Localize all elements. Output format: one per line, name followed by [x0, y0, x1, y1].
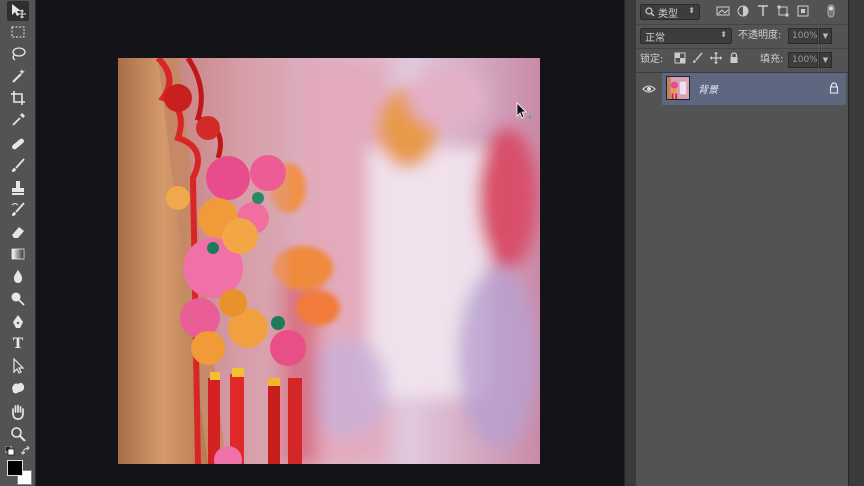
crop-icon	[11, 91, 25, 105]
dropdown-arrow-icon: ⬍	[720, 30, 727, 39]
pen-tool[interactable]	[7, 312, 29, 332]
magic-wand-tool[interactable]	[7, 66, 29, 86]
document-workspace[interactable]	[36, 0, 624, 486]
default-colors-icon[interactable]	[5, 446, 15, 456]
opacity-slider-toggle[interactable]: ▼	[819, 28, 832, 44]
dodge-icon	[11, 292, 25, 306]
visibility-eye-icon[interactable]	[642, 82, 656, 96]
history-brush-icon	[11, 202, 25, 216]
blend-mode-value: 正常	[645, 32, 665, 44]
arrow-icon	[13, 358, 25, 374]
layer-lock-icon	[828, 82, 840, 94]
dodge-tool[interactable]	[7, 288, 29, 308]
blur-tool[interactable]	[7, 266, 29, 286]
eyedropper-tool[interactable]	[7, 110, 29, 130]
lock-image-icon[interactable]	[692, 52, 706, 66]
search-icon	[645, 7, 655, 17]
eraser-icon	[12, 227, 24, 238]
bandage-icon	[12, 138, 24, 150]
gradient-icon	[11, 248, 25, 260]
layer-thumbnail	[666, 76, 690, 100]
opacity-input[interactable]: 100%	[788, 28, 818, 44]
shape-filter-icon[interactable]	[776, 4, 790, 18]
image-filter-icon[interactable]	[716, 4, 730, 18]
healing-brush-tool[interactable]	[7, 134, 29, 154]
stamp-icon	[12, 181, 24, 195]
swap-colors-icon[interactable]	[21, 446, 31, 456]
move-cursor-icon	[516, 102, 535, 122]
foreground-color-swatch[interactable]	[7, 460, 23, 476]
type-icon: T	[12, 336, 24, 352]
shape-tool[interactable]	[7, 378, 29, 398]
dropdown-arrow-icon: ⬍	[688, 6, 695, 15]
adjustment-filter-icon[interactable]	[736, 4, 750, 18]
filter-toggle-icon[interactable]	[824, 4, 838, 18]
lasso-icon	[12, 47, 26, 61]
brush-tool[interactable]	[7, 156, 29, 176]
layers-filter-row: 类型 ⬍	[636, 0, 848, 25]
hand-icon	[12, 404, 24, 420]
magnifier-icon	[11, 427, 26, 442]
type-filter-icon[interactable]	[756, 4, 770, 18]
filter-kind-label: 类型	[658, 8, 678, 20]
crop-tool[interactable]	[7, 88, 29, 108]
lock-all-icon[interactable]	[728, 52, 742, 66]
history-brush-tool[interactable]	[7, 200, 29, 220]
lock-position-icon[interactable]	[710, 52, 724, 66]
brush-icon	[12, 158, 25, 172]
layer-row-background[interactable]: 背景	[662, 73, 846, 105]
tools-panel: T	[0, 0, 36, 486]
clone-stamp-tool[interactable]	[7, 178, 29, 198]
blend-mode-dropdown[interactable]: 正常 ⬍	[640, 28, 732, 44]
type-tool[interactable]: T	[7, 334, 29, 354]
document-canvas-image[interactable]	[118, 58, 540, 464]
hand-tool[interactable]	[7, 402, 29, 422]
eraser-tool[interactable]	[7, 222, 29, 242]
rect-marquee-icon	[11, 26, 25, 38]
fill-label: 填充:	[760, 54, 784, 65]
layer-name: 背景	[698, 85, 718, 96]
filter-kind-dropdown[interactable]: 类型 ⬍	[640, 4, 700, 20]
lasso-tool[interactable]	[7, 44, 29, 64]
fill-input[interactable]: 100%	[788, 52, 818, 68]
move-icon	[12, 4, 26, 19]
layers-panel: 类型 ⬍ 正常 ⬍ 不透明度: 100% ▼ 锁定: 填充: 100% ▼ 背景	[636, 0, 848, 486]
lock-label: 锁定:	[640, 54, 664, 65]
zoom-tool[interactable]	[7, 424, 29, 444]
magic-wand-icon	[12, 69, 25, 83]
path-selection-tool[interactable]	[7, 356, 29, 376]
drop-icon	[13, 270, 23, 283]
custom-shape-icon	[12, 382, 25, 394]
move-tool[interactable]	[7, 1, 29, 21]
fill-slider-toggle[interactable]: ▼	[819, 52, 832, 68]
layers-blend-row: 正常 ⬍ 不透明度: 100% ▼	[636, 24, 848, 49]
pen-icon	[13, 315, 23, 328]
panel-scroll-strip[interactable]	[848, 0, 864, 486]
smart-object-filter-icon[interactable]	[796, 4, 810, 18]
lock-transparent-icon[interactable]	[674, 52, 688, 66]
photo-ornaments-image	[118, 58, 540, 464]
marquee-tool[interactable]	[7, 22, 29, 42]
eyedropper-icon	[12, 113, 25, 126]
opacity-label: 不透明度:	[738, 30, 782, 41]
gradient-tool[interactable]	[7, 244, 29, 264]
